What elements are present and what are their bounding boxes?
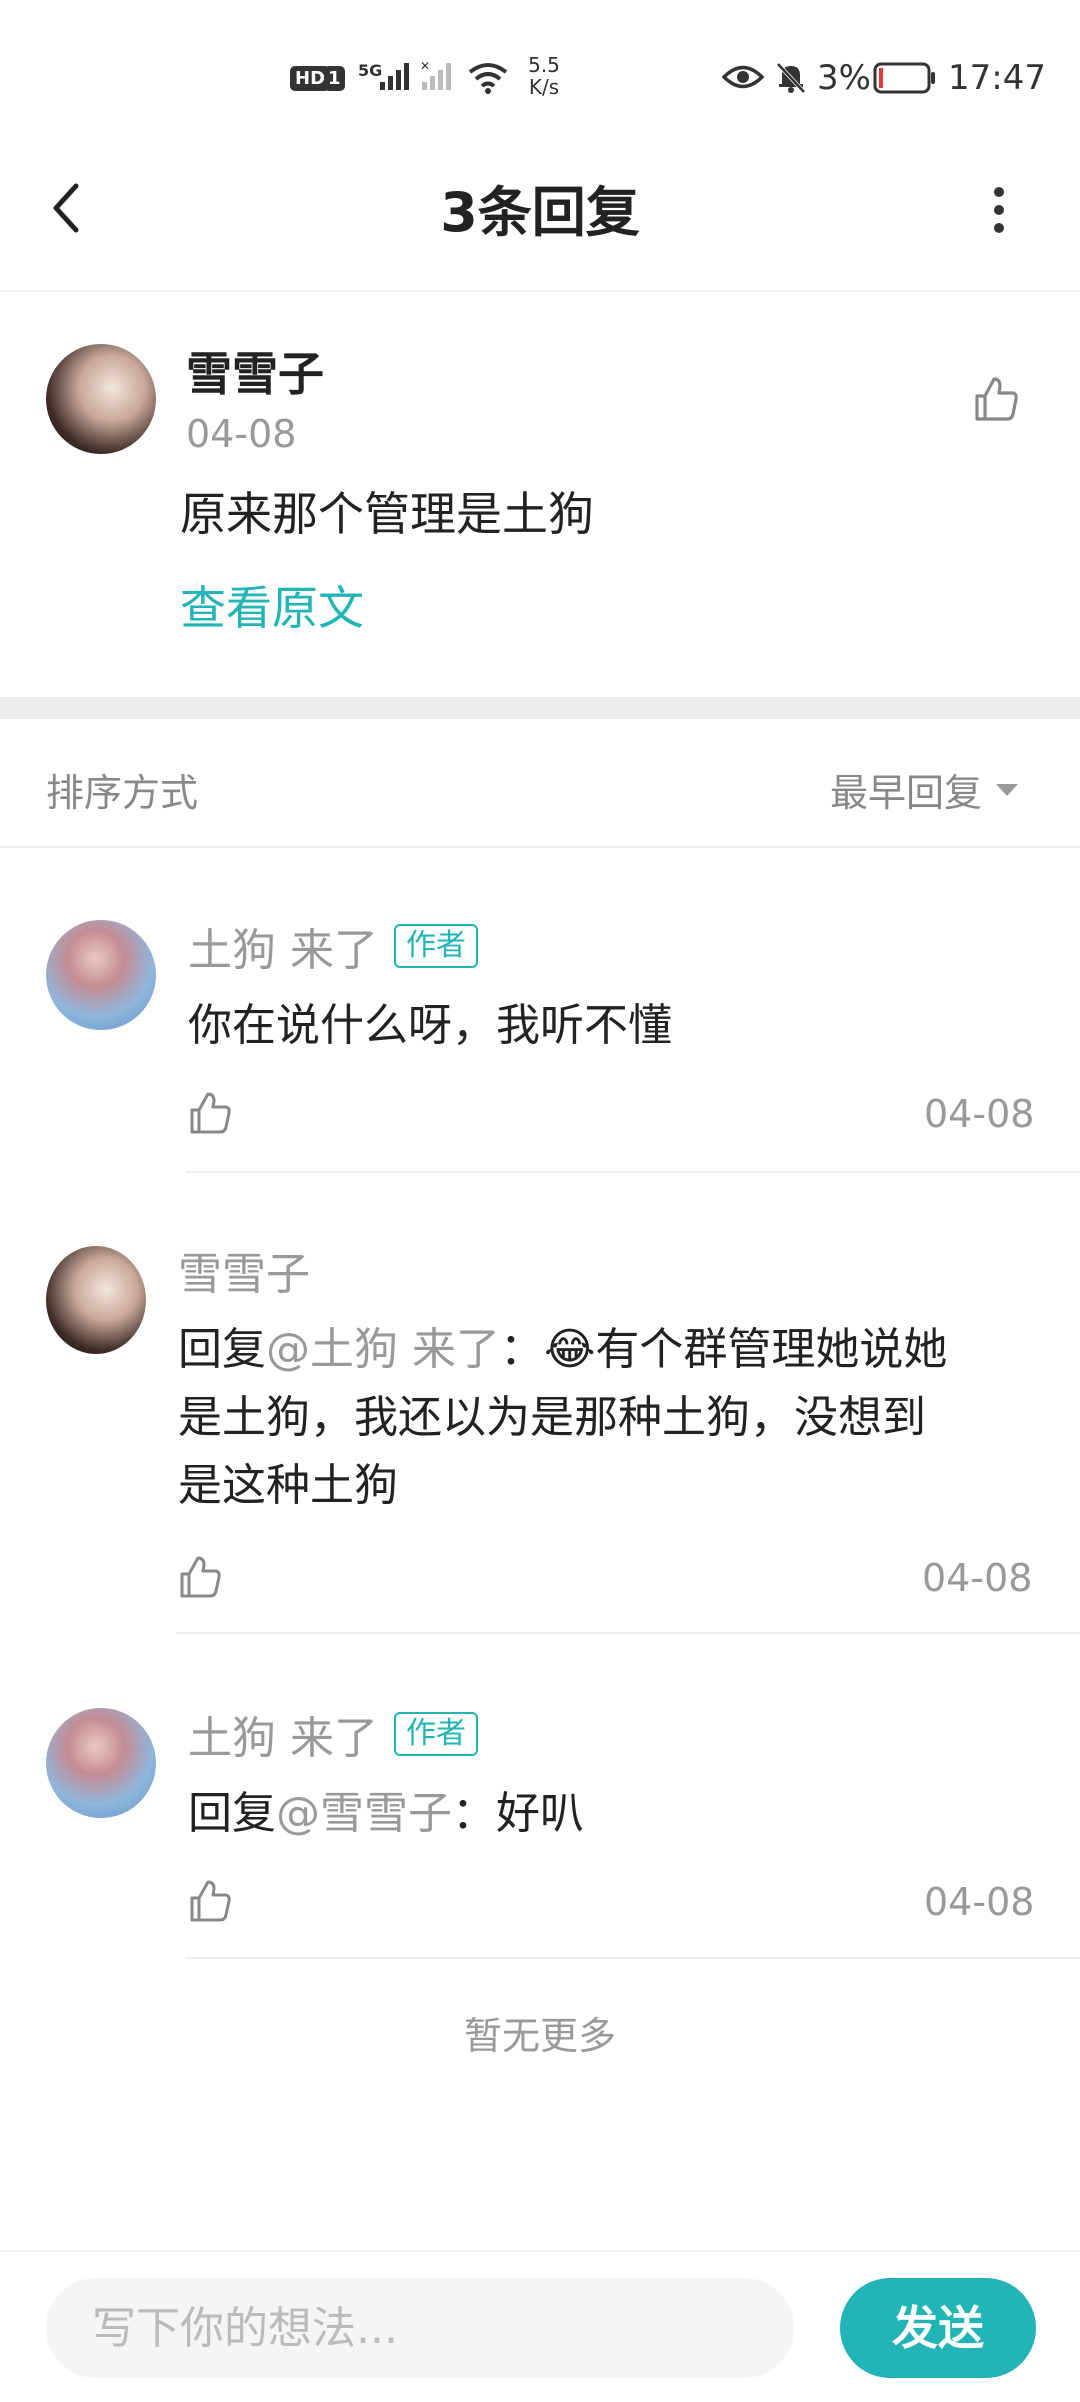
reply-date: 04-08 (924, 1092, 1035, 1136)
eye-icon (722, 65, 764, 89)
author-badge: 作者 (394, 1712, 478, 1756)
original-content: 原来那个管理是土狗 (180, 487, 594, 541)
original-date: 04-08 (186, 412, 297, 456)
reply-prefix: 回复 (178, 1324, 266, 1375)
clock: 17:47 (948, 58, 1046, 98)
mute-bell-icon (776, 62, 806, 94)
avatar[interactable] (46, 1246, 146, 1354)
more-options-icon[interactable] (984, 180, 1014, 240)
reply-line-3: 是这种土狗 (178, 1460, 398, 1511)
status-bar: HD 1 5G ✕ 5.5 K/s 3% 17:47 (0, 0, 1080, 130)
reply-divider (186, 1171, 1080, 1173)
reply-text-part: 好叭 (496, 1788, 584, 1839)
reply-date: 04-08 (922, 1556, 1033, 1600)
laugh-emoji-icon: 😂 (544, 1324, 596, 1375)
mention-link[interactable]: @土狗 来了 (266, 1324, 500, 1375)
like-icon[interactable] (972, 374, 1022, 424)
reply-colon: ： (500, 1324, 544, 1375)
reply-content: 回复@土狗 来了：😂有个群管理她说她 是土狗，我还以为是那种土狗，没想到 是这种… (178, 1316, 1038, 1520)
sort-label: 排序方式 (46, 771, 199, 815)
no-more-text: 暂无更多 (463, 2014, 616, 2058)
original-author-name[interactable]: 雪雪子 (186, 338, 324, 404)
view-original-link[interactable]: 查看原文 (180, 572, 364, 638)
signal-2-icon: ✕ (420, 60, 451, 90)
reply-line-1: 回复@土狗 来了：😂有个群管理她说她 (178, 1316, 1038, 1384)
reply-prefix: 回复 (188, 1788, 276, 1839)
svg-text:✕: ✕ (420, 60, 430, 73)
wifi-icon (468, 63, 508, 94)
reply-text-part: 有个群管理她说她 (595, 1324, 948, 1375)
battery-percent: 3% (817, 58, 871, 98)
section-divider (0, 697, 1080, 719)
speed-unit: K/s (528, 75, 560, 99)
reply-date: 04-08 (924, 1880, 1035, 1924)
chevron-down-icon (996, 783, 1019, 796)
sort-dropdown[interactable]: 最早回复 (830, 762, 1019, 817)
reply-author-name[interactable]: 雪雪子 (178, 1238, 310, 1302)
reply-author-name[interactable]: 土狗 来了 (188, 914, 378, 978)
like-icon[interactable] (188, 1878, 234, 1924)
reply-author-name[interactable]: 土狗 来了 (188, 1702, 378, 1766)
avatar[interactable] (46, 344, 156, 454)
reply-colon: ： (452, 1788, 496, 1839)
send-button[interactable]: 发送 (840, 2278, 1036, 2378)
author-badge: 作者 (394, 924, 478, 968)
network-speed: 5.5 K/s (522, 54, 566, 98)
reply-author-row: 土狗 来了 作者 (188, 1702, 478, 1766)
reply-line-2: 是土狗，我还以为是那种土狗，没想到 (178, 1392, 926, 1443)
mention-link[interactable]: @雪雪子 (276, 1788, 452, 1839)
like-icon[interactable] (188, 1090, 234, 1136)
battery-icon (873, 62, 935, 94)
page-title: 3条回复 (440, 181, 640, 244)
speed-value: 5.5 (528, 53, 560, 77)
sim-badge: 1 (324, 66, 345, 91)
avatar[interactable] (46, 1708, 156, 1818)
signal-icon (380, 63, 409, 90)
avatar[interactable] (46, 920, 156, 1030)
sort-value: 最早回复 (830, 771, 983, 815)
comment-input[interactable] (46, 2278, 794, 2378)
like-icon[interactable] (178, 1554, 224, 1600)
sort-divider (0, 846, 1080, 848)
reply-content: 你在说什么呀，我听不懂 (188, 1000, 672, 1051)
reply-content: 回复@雪雪子：好叭 (188, 1780, 584, 1848)
reply-divider (186, 1957, 1080, 1959)
reply-divider (176, 1632, 1080, 1634)
reply-author-row: 土狗 来了 作者 (188, 914, 478, 978)
